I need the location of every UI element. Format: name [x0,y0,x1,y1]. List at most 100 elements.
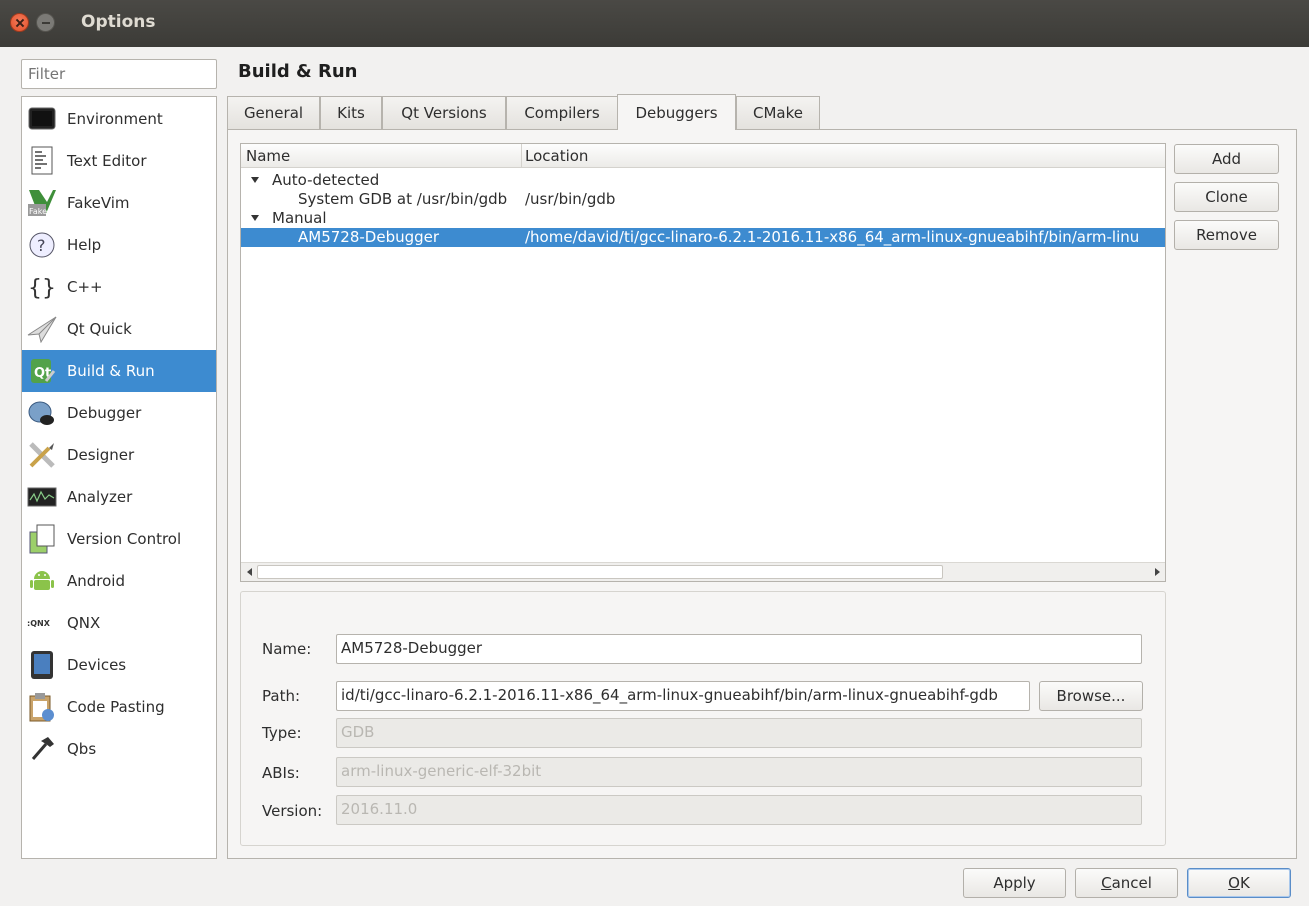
analyzer-icon [27,482,57,512]
sidebar-item-label: Analyzer [67,488,133,506]
minimize-window-button[interactable] [36,13,55,32]
tree-row[interactable]: System GDB at /usr/bin/gdb /usr/bin/gdb [241,190,1165,209]
version-label: Version: [262,802,323,820]
arrow-left-icon [246,568,252,576]
sidebar-item-build-and-run[interactable]: Qt Build & Run [22,350,216,392]
svg-text:?: ? [37,236,46,255]
expand-arrow-icon[interactable] [251,215,259,221]
tree-header: Name Location [241,144,1165,168]
version-control-icon [27,524,57,554]
sidebar-item-label: Qt Quick [67,320,132,338]
sidebar-item-qnx[interactable]: :QNX QNX [22,602,216,644]
sidebar-item-label: Environment [67,110,163,128]
sidebar-item-label: C++ [67,278,103,296]
name-field[interactable]: AM5728-Debugger [336,634,1142,664]
path-label: Path: [262,687,301,705]
tab-debuggers[interactable]: Debuggers [617,94,736,130]
sidebar-item-debugger[interactable]: Debugger [22,392,216,434]
sidebar-item-qbs[interactable]: Qbs [22,728,216,770]
tab-kits[interactable]: Kits [320,96,382,129]
sidebar-item-designer[interactable]: Designer [22,434,216,476]
scroll-right-button[interactable] [1149,563,1165,581]
svg-text:Fake: Fake [29,207,47,216]
sidebar-item-label: Build & Run [67,362,155,380]
path-field[interactable]: id/ti/gcc-linaro-6.2.1-2016.11-x86_64_ar… [336,681,1030,711]
page-title: Build & Run [238,61,358,82]
sidebar-item-code-pasting[interactable]: Code Pasting [22,686,216,728]
cancel-label-rest: ancel [1111,874,1152,892]
close-window-button[interactable] [10,13,29,32]
paper-plane-icon [27,314,57,344]
debugger-name: System GDB at /usr/bin/gdb [298,190,508,208]
version-field: 2016.11.0 [336,795,1142,825]
category-list: Environment Text Editor Fake FakeVim ? H… [21,96,217,859]
sidebar-item-label: FakeVim [67,194,130,212]
text-document-icon [27,146,57,176]
sidebar-item-label: Devices [67,656,127,674]
add-button[interactable]: Add [1174,144,1279,174]
ok-mnemonic: O [1228,874,1240,892]
filter-input[interactable] [21,59,217,89]
sidebar-item-label: Qbs [67,740,97,758]
tab-general[interactable]: General [227,96,320,129]
arrow-right-icon [1154,568,1160,576]
debugger-location: /usr/bin/gdb [525,190,616,208]
sidebar-item-devices[interactable]: Devices [22,644,216,686]
hammer-icon [27,734,57,764]
fakevim-icon: Fake [27,188,57,218]
help-icon: ? [27,230,57,260]
tab-cmake[interactable]: CMake [736,96,820,129]
remove-button[interactable]: Remove [1174,220,1279,250]
designer-icon [27,440,57,470]
tree-group-auto-detected[interactable]: Auto-detected [241,171,1165,190]
sidebar-item-fakevim[interactable]: Fake FakeVim [22,182,216,224]
browse-button[interactable]: Browse... [1039,681,1143,711]
debugger-tree[interactable]: Name Location Auto-detected System GDB a… [240,143,1166,582]
clipboard-icon [27,692,57,722]
sidebar-item-label: Android [67,572,125,590]
ok-button[interactable]: OK [1187,868,1291,898]
cancel-button[interactable]: Cancel [1075,868,1178,898]
cancel-mnemonic: C [1101,874,1112,892]
sidebar-item-environment[interactable]: Environment [22,98,216,140]
debugger-name: AM5728-Debugger [298,228,440,246]
tree-group-manual[interactable]: Manual [241,209,1165,228]
sidebar-item-version-control[interactable]: Version Control [22,518,216,560]
sidebar-item-label: Text Editor [67,152,147,170]
column-header-name[interactable]: Name [246,147,290,165]
scroll-left-button[interactable] [241,563,257,581]
svg-text::QNX: :QNX [27,619,51,628]
monitor-icon [27,104,57,134]
group-label: Auto-detected [272,171,380,189]
sidebar-item-android[interactable]: Android [22,560,216,602]
column-header-location[interactable]: Location [525,147,588,165]
sidebar-item-help[interactable]: ? Help [22,224,216,266]
sidebar-item-cpp[interactable]: {} C++ [22,266,216,308]
title-bar: Options [0,0,1309,47]
apply-button[interactable]: Apply [963,868,1066,898]
sidebar-item-label: Debugger [67,404,142,422]
tab-qt-versions[interactable]: Qt Versions [382,96,506,129]
column-separator [521,144,522,168]
svg-text:{}: {} [28,276,56,301]
type-label: Type: [262,724,302,742]
ok-label-rest: K [1239,874,1250,892]
group-label: Manual [272,209,327,227]
name-label: Name: [262,640,312,658]
expand-arrow-icon[interactable] [251,177,259,183]
tree-row-selected[interactable]: AM5728-Debugger /home/david/ti/gcc-linar… [241,228,1165,247]
abis-field: arm-linux-generic-elf-32bit [336,757,1142,787]
qt-build-icon: Qt [27,356,57,386]
clone-button[interactable]: Clone [1174,182,1279,212]
scrollbar-thumb[interactable] [257,565,943,579]
sidebar-item-label: QNX [67,614,101,632]
debugger-icon [27,398,57,428]
horizontal-scrollbar[interactable] [241,562,1165,581]
sidebar-item-analyzer[interactable]: Analyzer [22,476,216,518]
tab-compilers[interactable]: Compilers [506,96,618,129]
sidebar-item-label: Designer [67,446,135,464]
sidebar-item-text-editor[interactable]: Text Editor [22,140,216,182]
sidebar-item-qt-quick[interactable]: Qt Quick [22,308,216,350]
braces-icon: {} [27,272,57,302]
sidebar-item-label: Code Pasting [67,698,165,716]
